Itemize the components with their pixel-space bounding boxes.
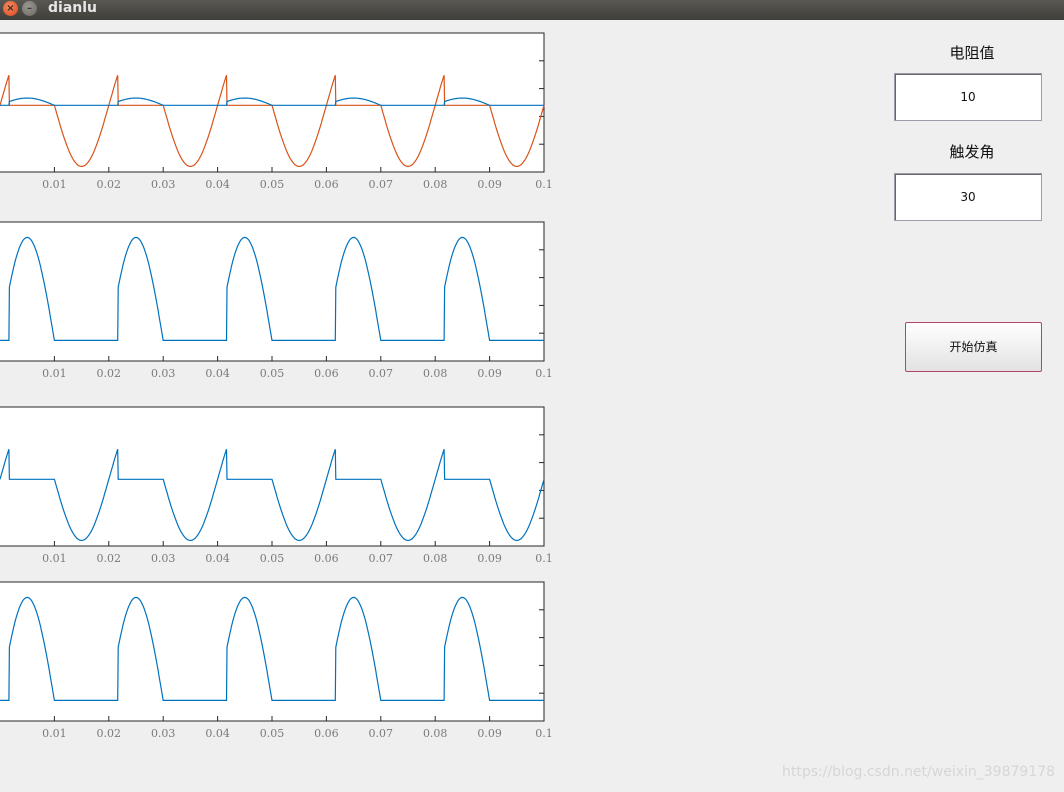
x-tick-label: 0.04 (205, 367, 230, 380)
x-tick-label: 0.01 (42, 178, 67, 191)
x-tick-label: 0.01 (42, 727, 67, 740)
x-tick-label: 0.03 (151, 727, 176, 740)
x-tick-label: 0.06 (314, 367, 339, 380)
x-tick-label: 0.1 (535, 727, 553, 740)
title-bar: × – dianlu (0, 0, 1064, 20)
x-tick-label: 0.02 (97, 367, 122, 380)
angle-input[interactable]: 30 (894, 173, 1042, 221)
start-simulation-button[interactable]: 开始仿真 (905, 322, 1042, 372)
x-tick-label: 0.1 (535, 178, 553, 191)
x-tick-label: 0.02 (97, 178, 122, 191)
resistance-input[interactable]: 10 (894, 73, 1042, 121)
x-tick-label: 0.03 (151, 552, 176, 565)
x-tick-label: 0.03 (151, 178, 176, 191)
x-tick-label: 0.02 (97, 552, 122, 565)
x-tick-label: 0.08 (423, 552, 448, 565)
x-tick-label: 0.09 (477, 552, 502, 565)
x-tick-label: 0.06 (314, 552, 339, 565)
x-tick-label: 0.07 (369, 367, 394, 380)
x-tick-label: 0.03 (151, 367, 176, 380)
x-tick-label: 0.06 (314, 727, 339, 740)
close-icon[interactable]: × (3, 1, 18, 16)
plot-3: 0.01 0.02 0.03 0.04 0.05 0.06 0.07 0.08 0.09 0.1 (0, 406, 553, 565)
x-tick-label: 0.06 (314, 178, 339, 191)
x-tick-label: 0.05 (260, 552, 285, 565)
watermark-text: https://blog.csdn.net/weixin_39879178 (782, 764, 1056, 780)
plot-axes-box (0, 32, 545, 173)
plot-2: 0.01 0.02 0.03 0.04 0.05 0.06 0.07 0.08 0.09 0.1 (0, 221, 553, 380)
x-tick-label: 0.05 (260, 367, 285, 380)
x-tick-label: 0.01 (42, 552, 67, 565)
x-tick-label: 0.04 (205, 178, 230, 191)
x-tick-label: 0.08 (423, 178, 448, 191)
x-tick-label: 0.04 (205, 552, 230, 565)
minimize-icon[interactable]: – (22, 1, 37, 16)
x-tick-label: 0.09 (477, 367, 502, 380)
plots-area: 0.01 0.02 0.03 0.04 0.05 0.06 0.07 0.08 0.09 0.10… (0, 32, 553, 740)
x-tick-label: 0.08 (423, 367, 448, 380)
x-tick-label: 0.07 (369, 727, 394, 740)
x-tick-label: 0.01 (42, 367, 67, 380)
x-tick-label: 0.07 (369, 552, 394, 565)
plot-axes-box (0, 406, 545, 547)
plot-1: 0.01 0.02 0.03 0.04 0.05 0.06 0.07 0.08 0.09 0.1 (0, 32, 553, 191)
x-tick-label: 0.08 (423, 727, 448, 740)
x-tick-label: 0.05 (260, 727, 285, 740)
x-tick-label: 0.1 (535, 367, 553, 380)
x-tick-label: 0.04 (205, 727, 230, 740)
window-title: dianlu (48, 0, 97, 16)
plot-4: 0.01 0.02 0.03 0.04 0.05 0.06 0.07 0.08 0.09 0.1 (0, 581, 553, 740)
x-tick-label: 0.1 (535, 552, 553, 565)
x-tick-label: 0.02 (97, 727, 122, 740)
x-tick-label: 0.07 (369, 178, 394, 191)
x-tick-label: 0.09 (477, 178, 502, 191)
resistance-label: 电阻值 (949, 44, 995, 62)
x-tick-label: 0.09 (477, 727, 502, 740)
angle-label: 触发角 (949, 143, 995, 161)
x-tick-label: 0.05 (260, 178, 285, 191)
